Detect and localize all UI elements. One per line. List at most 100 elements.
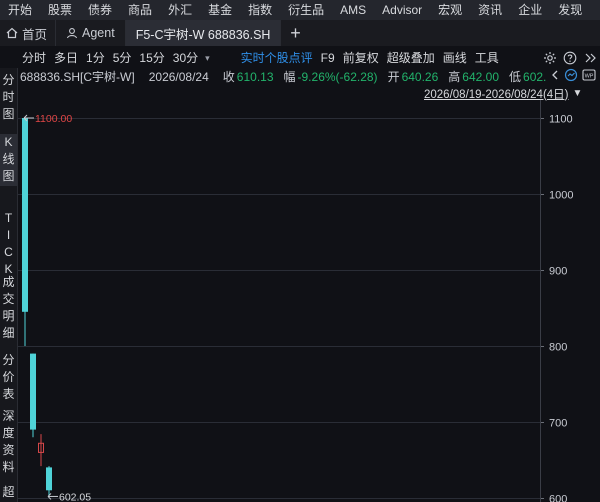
leftnav-item-tick[interactable]: TICK [0, 210, 17, 282]
min-price-label: 602.05 [59, 491, 91, 502]
user-icon [66, 27, 78, 39]
info-icons: WP [546, 68, 596, 85]
low-label: 低 [509, 70, 522, 84]
wp-icon[interactable]: WP [582, 68, 596, 85]
leftnav-char: 分 [2, 73, 15, 87]
tools-button[interactable]: 工具 [471, 48, 503, 68]
leftnav-char: T [4, 211, 13, 225]
leftnav-char: 资 [2, 443, 15, 457]
period-fenshi[interactable]: 分时 [18, 48, 50, 68]
period-15min[interactable]: 15分 [135, 48, 168, 68]
menu-item-13[interactable]: 发现 [550, 0, 590, 20]
chart-toolbar: 分时 多日 1分 5分 15分 30分 ▾ 实时个股点评 F9 前复权 超级叠加… [18, 48, 600, 68]
close-label: 收 [222, 70, 235, 84]
high-value: 642.00 [462, 69, 499, 84]
leftnav-char: 图 [2, 107, 15, 121]
leftnav-char: 明 [2, 309, 15, 323]
leftnav-char: K [4, 135, 13, 149]
kline-chart-area[interactable]: 1100 1000 900 800 700 600 1100.00 602.05 [18, 100, 600, 502]
period-more-dropdown[interactable]: ▾ [202, 48, 213, 68]
period-duori[interactable]: 多日 [50, 48, 82, 68]
max-price-label: 1100.00 [35, 113, 72, 125]
draw-line-button[interactable]: 画线 [439, 48, 471, 68]
refresh-icon[interactable] [564, 68, 578, 85]
quote-info-line: 688836.SH[C宇树-W] 2026/08/24 收 610.13 幅 -… [18, 68, 600, 85]
menu-item-7[interactable]: 衍生品 [280, 0, 332, 20]
amp-label: 幅 [283, 70, 296, 84]
toolbar-icons [542, 50, 598, 66]
candle-body [22, 118, 28, 312]
settings-icon[interactable] [542, 50, 558, 66]
leftnav-item-depth[interactable]: 深度资料 [0, 408, 17, 480]
menu-item-12[interactable]: 企业 [510, 0, 550, 20]
menu-item-1[interactable]: 股票 [40, 0, 80, 20]
leftnav-item-fenshi[interactable]: 分时图 [0, 72, 17, 126]
menu-item-5[interactable]: 基金 [200, 0, 240, 20]
tab-home[interactable]: 首页 [0, 20, 57, 46]
menu-item-10[interactable]: 宏观 [430, 0, 470, 20]
menu-item-11[interactable]: 资讯 [470, 0, 510, 20]
y-tick-label: 700 [549, 418, 567, 430]
leftnav-char: 度 [2, 426, 15, 440]
high-label: 高 [448, 70, 461, 84]
date-range-dropdown-icon[interactable]: ▼ [573, 88, 583, 99]
date-range-selector[interactable]: 2026/08/19-2026/08/24(4日) ▼ [424, 86, 600, 101]
leftnav-item-super[interactable]: 超 [0, 484, 17, 502]
period-30min[interactable]: 30分 [169, 48, 202, 68]
y-tick-label: 600 [549, 494, 567, 502]
y-tick-label: 1100 [549, 114, 573, 126]
tab-stock-688836[interactable]: F5-C宇树-W 688836.SH [125, 20, 282, 46]
change-value: -9.26%(-62.28) [297, 69, 378, 84]
home-icon [6, 27, 18, 39]
collapse-icon[interactable] [582, 50, 598, 66]
menu-item-9[interactable]: Advisor [374, 0, 430, 20]
leftnav-char: 价 [2, 370, 15, 384]
realtime-review-link[interactable]: 实时个股点评 [237, 48, 317, 68]
leftnav-char: 细 [2, 326, 15, 340]
leftnav-char: 深 [2, 409, 15, 423]
f9-button[interactable]: F9 [317, 48, 339, 68]
top-menu-bar: 开始 股票 债券 商品 外汇 基金 指数 衍生品 AMS Advisor 宏观 资讯 企业 发现 [0, 0, 600, 20]
period-1min[interactable]: 1分 [82, 48, 109, 68]
tab-row: 首页 Agent F5-C宇树-W 688836.SH + [0, 20, 600, 46]
menu-item-0[interactable]: 开始 [0, 0, 40, 20]
super-overlay-button[interactable]: 超级叠加 [383, 48, 439, 68]
leftnav-char: 分 [2, 353, 15, 367]
leftnav-char: 时 [2, 90, 15, 104]
tab-home-label: 首页 [22, 27, 48, 42]
add-tab-button[interactable]: + [281, 20, 309, 46]
leftnav-item-kline[interactable]: K线图 [0, 134, 17, 186]
close-value: 610.13 [236, 69, 274, 84]
quote-date: 2026/08/24 [148, 69, 209, 84]
menu-item-2[interactable]: 债券 [80, 0, 120, 20]
tab-agent[interactable]: Agent [56, 20, 126, 46]
y-tick-label: 800 [549, 342, 567, 354]
leftnav-char: C [4, 245, 13, 259]
leftnav-char: 线 [2, 152, 15, 166]
leftnav-item-price[interactable]: 分价表 [0, 352, 17, 406]
menu-item-3[interactable]: 商品 [120, 0, 160, 20]
y-tick-label: 1000 [549, 190, 573, 202]
leftnav-item-deals[interactable]: 成交明细 [0, 274, 17, 346]
menu-item-4[interactable]: 外汇 [160, 0, 200, 20]
leftnav-char: 图 [2, 169, 15, 183]
tab-agent-label: Agent [82, 26, 115, 40]
menu-item-6[interactable]: 指数 [240, 0, 280, 20]
tab-stock-label: F5-C宇树-W 688836.SH [135, 27, 271, 42]
leftnav-char: 料 [2, 460, 15, 474]
menu-item-8[interactable]: AMS [332, 0, 374, 20]
open-label: 开 [387, 70, 400, 84]
leftnav-char: 表 [2, 387, 15, 401]
leftnav-char: 交 [2, 292, 15, 306]
chevron-left-icon[interactable] [550, 69, 560, 84]
adjust-button[interactable]: 前复权 [339, 48, 383, 68]
left-vertical-nav: 分时图K线图TICK成交明细分价表深度资料超 [0, 68, 18, 502]
candle-body [46, 467, 52, 491]
kline-chart[interactable]: 1100 1000 900 800 700 600 1100.00 602.05 [18, 100, 600, 502]
open-value: 640.26 [401, 69, 439, 84]
svg-text:WP: WP [585, 73, 594, 79]
leftnav-char: 成 [2, 275, 15, 289]
candle-body [30, 353, 36, 430]
help-icon[interactable] [562, 50, 578, 66]
period-5min[interactable]: 5分 [109, 48, 136, 68]
